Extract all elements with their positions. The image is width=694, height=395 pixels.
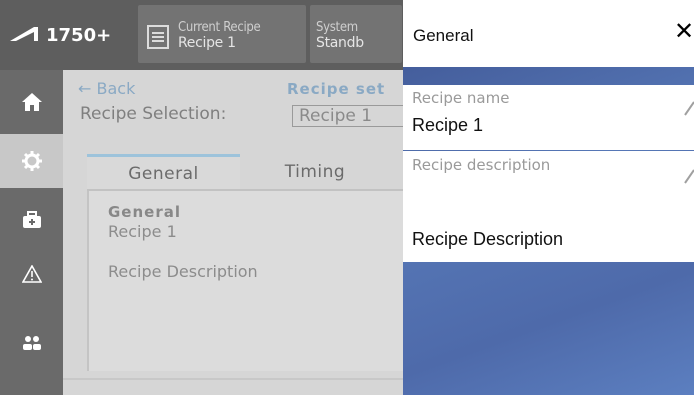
recipe-description-field[interactable]: Recipe description Recipe Description (403, 151, 694, 262)
side-navigation (0, 70, 63, 395)
machine-badge: 1750+ (0, 0, 134, 70)
machine-model: 1750+ (46, 24, 112, 46)
recipe-name-field[interactable]: Recipe name Recipe 1 (403, 85, 694, 150)
recipe-selection-dropdown[interactable]: Recipe 1 (292, 105, 412, 127)
recipe-name-value: Recipe 1 (412, 115, 484, 135)
current-recipe-value: Recipe 1 (178, 35, 236, 51)
nav-alarms[interactable] (0, 247, 63, 301)
nav-home[interactable] (0, 75, 63, 129)
document-icon (147, 25, 169, 49)
system-status-pill[interactable]: System Standb (310, 5, 402, 63)
system-value: Standb (316, 35, 364, 51)
back-link[interactable]: ← Back (78, 79, 135, 98)
recipe-selection-label: Recipe Selection: (80, 104, 227, 124)
system-label: System (316, 20, 358, 35)
gear-icon (21, 151, 42, 171)
tab-general[interactable]: General (87, 154, 240, 190)
nav-maintenance[interactable] (0, 193, 63, 247)
nav-settings[interactable] (0, 134, 63, 188)
close-icon[interactable]: ✕ (674, 19, 694, 43)
recipe-description-value: Recipe Description (412, 229, 564, 249)
machine-logo-icon (10, 27, 38, 41)
panel-recipe-name: Recipe 1 (108, 222, 177, 241)
page-title: Recipe set (287, 80, 386, 98)
home-icon (21, 93, 42, 111)
current-recipe-pill[interactable]: Current Recipe Recipe 1 (138, 5, 306, 63)
edit-pencil-icon[interactable] (684, 163, 694, 185)
warning-icon (21, 265, 42, 283)
back-label: Back (96, 79, 136, 98)
panel-heading: General (108, 203, 181, 221)
recipe-description-label: Recipe description (412, 156, 551, 174)
back-arrow-icon: ← (78, 79, 92, 98)
tab-timing[interactable]: Timing (240, 154, 390, 190)
bottom-divider (63, 378, 403, 380)
recipe-name-label: Recipe name (412, 89, 510, 107)
users-icon (22, 336, 41, 350)
toolbox-icon (22, 211, 41, 228)
nav-users[interactable] (0, 316, 63, 370)
current-recipe-label: Current Recipe (178, 20, 261, 35)
panel-recipe-description: Recipe Description (108, 262, 258, 281)
dialog-title: General (413, 26, 474, 45)
edit-pencil-icon[interactable] (684, 95, 694, 117)
